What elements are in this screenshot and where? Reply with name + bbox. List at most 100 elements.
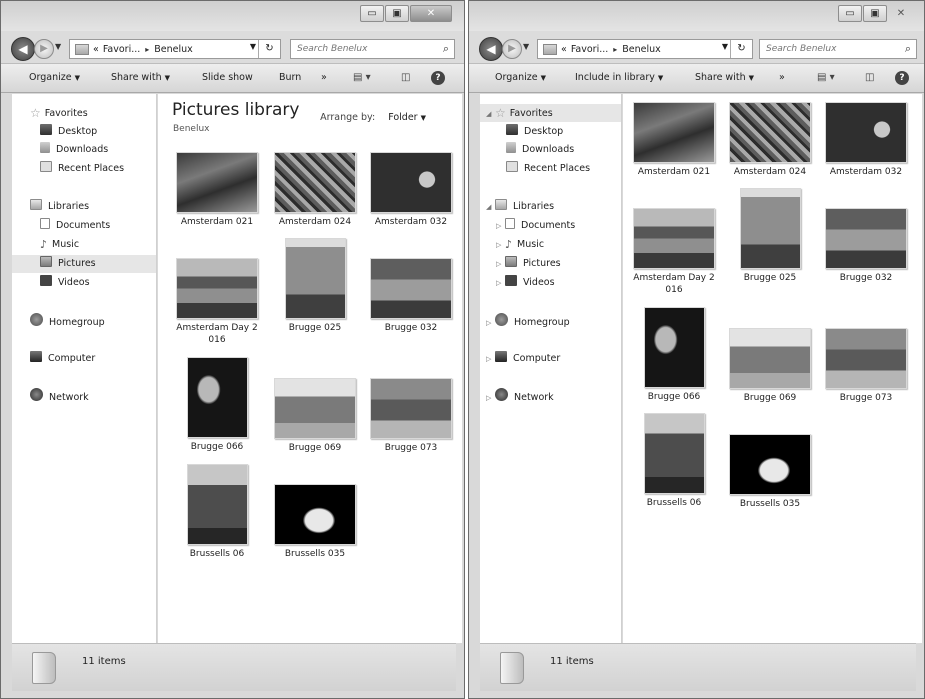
nav-item-homegroup[interactable]: Homegroup	[30, 313, 156, 331]
breadcrumb-benelux[interactable]: Benelux	[154, 44, 193, 55]
nav-item-pictures[interactable]: Pictures	[12, 255, 156, 273]
nav-item-videos[interactable]: Videos	[40, 274, 156, 292]
search-box[interactable]: ⌕	[759, 39, 917, 59]
expand-arrow-icon[interactable]: ▷	[496, 255, 505, 273]
nav-item-music[interactable]: ▷ ♪ Music	[496, 236, 621, 254]
title-bar[interactable]: ▭ ▣ ✕	[469, 1, 924, 31]
nav-item-favorites[interactable]: ☆ Favorites	[30, 104, 156, 122]
back-button[interactable]: ◀	[11, 37, 35, 61]
nav-item-desktop[interactable]: Desktop	[40, 123, 156, 141]
search-input[interactable]	[760, 40, 890, 58]
address-dropdown-icon[interactable]: ▼	[250, 42, 256, 51]
minimize-button[interactable]: ▭	[838, 5, 862, 22]
nav-item-documents[interactable]: Documents	[40, 217, 156, 235]
nav-item-desktop[interactable]: Desktop	[506, 123, 621, 141]
nav-item-homegroup[interactable]: ▷ Homegroup	[486, 313, 621, 331]
organize-button[interactable]: Organize ▼	[495, 72, 546, 83]
expand-arrow-icon[interactable]: ▷	[486, 314, 495, 332]
expand-arrow-icon[interactable]: ▷	[496, 274, 505, 292]
address-bar[interactable]: « Favori... ▸ Benelux ▼ ↻	[69, 39, 281, 59]
file-item[interactable]: Brugge 032	[820, 208, 912, 284]
search-box[interactable]: ⌕	[290, 39, 455, 59]
file-item[interactable]: Amsterdam Day 2 016	[171, 258, 263, 346]
address-dropdown-icon[interactable]: ▼	[722, 42, 728, 51]
breadcrumb-favorites[interactable]: Favori...	[571, 44, 608, 55]
refresh-icon[interactable]: ↻	[730, 40, 752, 58]
slide-show-button[interactable]: Slide show	[202, 72, 253, 83]
minimize-button[interactable]: ▭	[360, 5, 384, 22]
file-item[interactable]: Brugge 073	[820, 328, 912, 404]
nav-item-recent-places[interactable]: Recent Places	[506, 160, 621, 178]
file-item[interactable]: Brussells 035	[724, 434, 816, 510]
preview-pane-icon[interactable]: ◫	[401, 72, 410, 83]
nav-item-recent-places[interactable]: Recent Places	[40, 160, 156, 178]
search-icon[interactable]: ⌕	[443, 42, 449, 56]
file-item[interactable]: Amsterdam 024	[269, 152, 361, 228]
breadcrumb-favorites[interactable]: Favori...	[103, 44, 140, 55]
address-bar[interactable]: « Favori... ▸ Benelux ▼ ↻	[537, 39, 753, 59]
nav-item-favorites[interactable]: ◢ ☆ Favorites	[480, 104, 621, 122]
expand-arrow-icon[interactable]: ▷	[486, 389, 495, 407]
more-commands-button[interactable]: »	[779, 72, 785, 83]
help-icon[interactable]: ?	[431, 71, 445, 85]
nav-item-network[interactable]: Network	[30, 388, 156, 406]
file-item[interactable]: Brugge 025	[724, 188, 816, 284]
close-button[interactable]: ✕	[888, 5, 914, 22]
maximize-button[interactable]: ▣	[385, 5, 409, 22]
nav-item-videos[interactable]: ▷ Videos	[496, 274, 621, 292]
expand-arrow-icon[interactable]: ▷	[496, 217, 505, 235]
more-commands-button[interactable]: »	[321, 72, 327, 83]
file-item[interactable]: Brugge 025	[269, 238, 361, 334]
file-item[interactable]: Brugge 069	[724, 328, 816, 404]
preview-pane-icon[interactable]: ◫	[865, 72, 874, 83]
nav-item-downloads[interactable]: Downloads	[40, 141, 156, 159]
collapse-arrow-icon[interactable]: ◢	[486, 105, 495, 123]
search-icon[interactable]: ⌕	[905, 42, 911, 56]
nav-item-pictures[interactable]: ▷ Pictures	[496, 255, 621, 273]
file-item[interactable]: Brussells 035	[269, 484, 361, 560]
nav-item-music[interactable]: ♪ Music	[40, 236, 156, 254]
file-item[interactable]: Amsterdam 021	[171, 152, 263, 228]
organize-button[interactable]: Organize ▼	[29, 72, 80, 83]
file-item[interactable]: Brugge 066	[628, 307, 720, 403]
file-item[interactable]: Brussells 06	[171, 464, 263, 560]
recent-pages-dropdown-icon[interactable]: ▼	[55, 42, 61, 51]
recent-pages-dropdown-icon[interactable]: ▼	[523, 42, 529, 51]
title-bar[interactable]: ▭ ▣ ✕	[1, 1, 464, 31]
file-item[interactable]: Amsterdam 032	[820, 102, 912, 178]
expand-arrow-icon[interactable]: ▷	[496, 236, 505, 254]
nav-item-downloads[interactable]: Downloads	[506, 141, 621, 159]
forward-button[interactable]: ▶	[502, 39, 522, 59]
breadcrumb-separator-icon[interactable]: ▸	[145, 45, 149, 54]
nav-item-documents[interactable]: ▷ Documents	[496, 217, 621, 235]
nav-item-computer[interactable]: Computer	[30, 350, 156, 368]
collapse-arrow-icon[interactable]: ◢	[486, 198, 495, 216]
file-item[interactable]: Brugge 066	[171, 357, 263, 453]
nav-item-computer[interactable]: ▷ Computer	[486, 350, 621, 368]
breadcrumb-overflow[interactable]: «	[561, 44, 567, 55]
expand-arrow-icon[interactable]: ▷	[486, 350, 495, 368]
file-item[interactable]: Brugge 032	[365, 258, 457, 334]
nav-item-network[interactable]: ▷ Network	[486, 388, 621, 406]
forward-button[interactable]: ▶	[34, 39, 54, 59]
breadcrumb-separator-icon[interactable]: ▸	[613, 45, 617, 54]
burn-button[interactable]: Burn	[279, 72, 301, 83]
breadcrumb-benelux[interactable]: Benelux	[622, 44, 661, 55]
help-icon[interactable]: ?	[895, 71, 909, 85]
close-button[interactable]: ✕	[410, 5, 452, 22]
nav-item-libraries[interactable]: Libraries	[30, 198, 156, 216]
share-with-button[interactable]: Share with ▼	[695, 72, 754, 83]
file-item[interactable]: Amsterdam Day 2 016	[628, 208, 720, 296]
back-button[interactable]: ◀	[479, 37, 503, 61]
change-view-icon[interactable]: ▤ ▾	[817, 72, 835, 83]
file-item[interactable]: Brussells 06	[628, 413, 720, 509]
file-item[interactable]: Brugge 073	[365, 378, 457, 454]
nav-item-libraries[interactable]: ◢ Libraries	[486, 198, 621, 216]
file-item[interactable]: Amsterdam 021	[628, 102, 720, 178]
share-with-button[interactable]: Share with ▼	[111, 72, 170, 83]
arrange-by-dropdown[interactable]: Folder ▼	[388, 112, 426, 123]
breadcrumb-overflow[interactable]: «	[93, 44, 99, 55]
change-view-icon[interactable]: ▤ ▾	[353, 72, 371, 83]
refresh-icon[interactable]: ↻	[258, 40, 280, 58]
include-in-library-button[interactable]: Include in library ▼	[575, 72, 663, 83]
